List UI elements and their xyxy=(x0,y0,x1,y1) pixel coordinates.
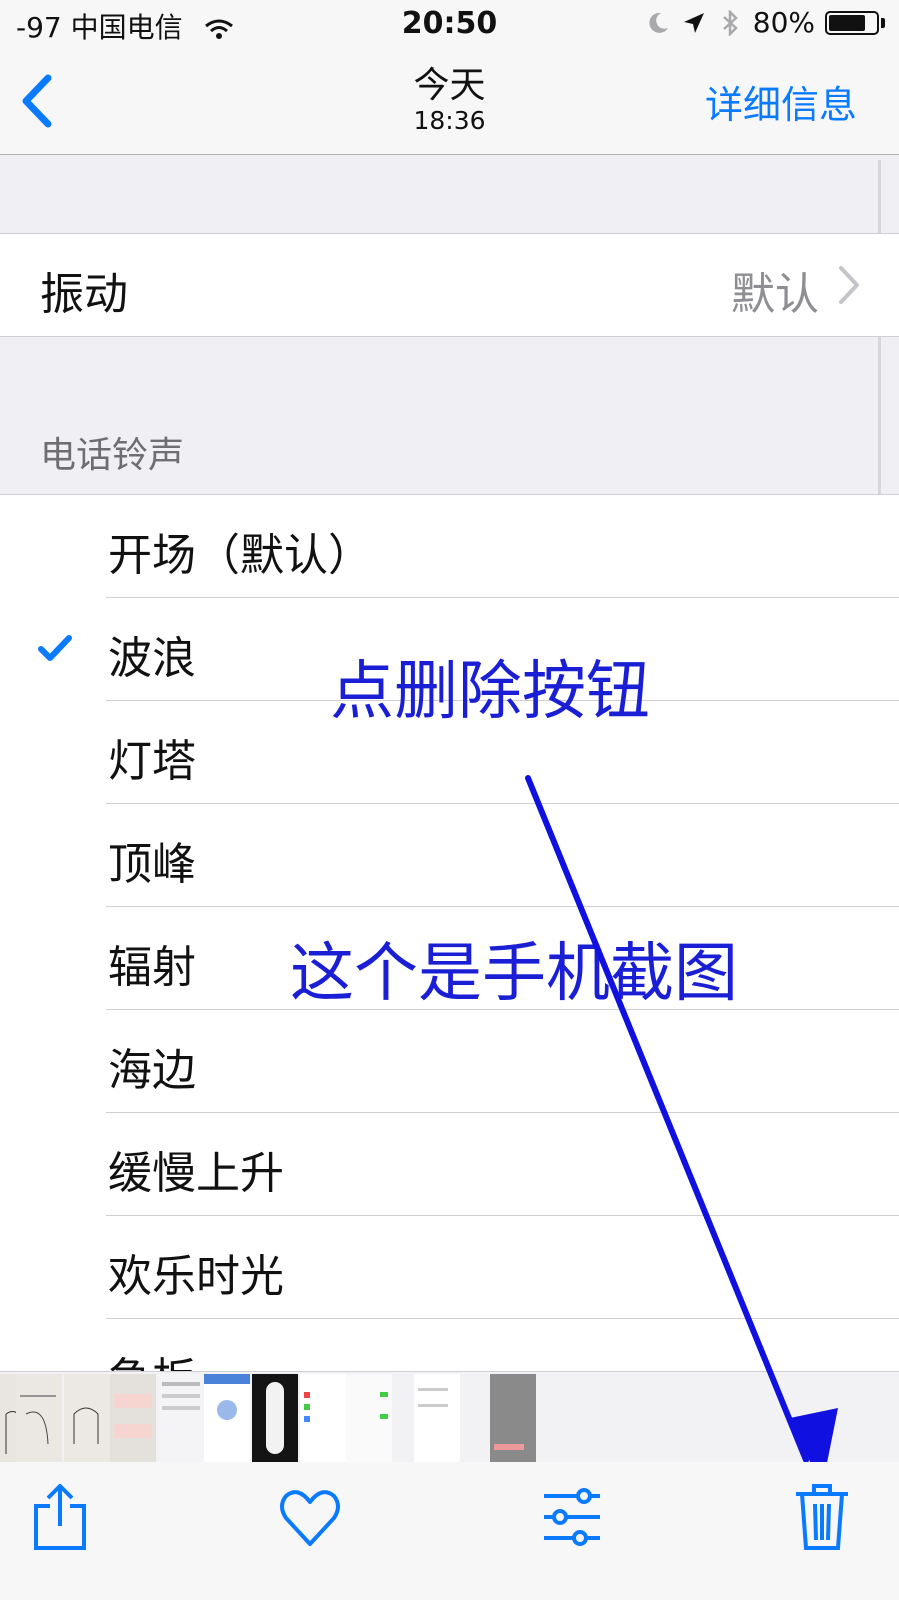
ringtone-item[interactable]: 开场（默认） xyxy=(0,495,899,598)
ringtone-name: 波浪 xyxy=(108,633,196,684)
checkmark-icon xyxy=(38,635,72,661)
nav-bar: 今天 18:36 详细信息 xyxy=(0,50,899,155)
thumbnail[interactable] xyxy=(110,1374,156,1462)
location-arrow-icon xyxy=(683,12,704,33)
ringtone-item[interactable]: 缓慢上升 xyxy=(0,1113,899,1216)
screenshot-thumbnail xyxy=(162,1382,200,1410)
battery-fill xyxy=(829,14,865,31)
bottom-toolbar xyxy=(0,1462,899,1600)
battery-percent: 80% xyxy=(752,6,815,39)
chevron-right-icon xyxy=(839,266,859,304)
heart-icon[interactable] xyxy=(278,1482,342,1552)
ringtone-name: 顶峰 xyxy=(108,839,196,890)
annotation-is-screenshot: 这个是手机截图 xyxy=(290,937,738,1011)
ringtone-item[interactable]: 欢乐时光 xyxy=(0,1216,899,1319)
ringtone-name: 海边 xyxy=(108,1045,196,1096)
thumbnail[interactable] xyxy=(64,1374,110,1462)
sliders-icon[interactable] xyxy=(540,1482,604,1552)
ringtone-name: 急板 xyxy=(108,1343,196,1372)
document-thumbnail xyxy=(114,1394,152,1438)
ringtone-item[interactable]: 急板 xyxy=(0,1319,899,1372)
vibration-value: 默认 xyxy=(731,269,819,320)
status-bar: -97 中国电信 20:50 80% xyxy=(0,0,899,50)
bluetooth-icon xyxy=(722,9,738,36)
photo-thumbnail xyxy=(266,1382,284,1454)
screenshot-thumbnail xyxy=(418,1388,448,1407)
ringtone-name: 辐射 xyxy=(108,942,196,993)
ringtone-name: 欢乐时光 xyxy=(108,1251,284,1302)
thumbnail-strip[interactable] xyxy=(0,1371,899,1463)
moon-icon xyxy=(649,12,668,33)
thumbnail[interactable] xyxy=(158,1374,204,1462)
sketch-thumbnail xyxy=(73,1407,99,1444)
screenshot-thumbnail xyxy=(380,1392,388,1419)
screenshot-thumbnail xyxy=(494,1444,524,1450)
ringtone-section-header: 电话铃声 xyxy=(40,435,185,476)
thumbnail[interactable] xyxy=(204,1374,250,1462)
vibration-row[interactable]: 振动 默认 xyxy=(0,233,899,337)
share-icon[interactable] xyxy=(28,1482,92,1552)
ringtone-item[interactable]: 顶峰 xyxy=(0,804,899,907)
annotation-tap-delete: 点删除按钮 xyxy=(330,655,650,729)
trash-icon[interactable] xyxy=(790,1482,854,1552)
screenshot-thumbnail xyxy=(204,1374,250,1420)
ringtone-name: 开场（默认） xyxy=(108,530,372,581)
battery-icon xyxy=(825,10,879,35)
thumbnail[interactable] xyxy=(300,1374,346,1462)
detail-info-button[interactable]: 详细信息 xyxy=(705,74,857,129)
thumbnail[interactable] xyxy=(346,1374,392,1462)
sketch-thumbnail xyxy=(20,1395,56,1445)
thumbnail[interactable] xyxy=(252,1374,298,1462)
thumbnail[interactable] xyxy=(490,1374,536,1462)
thumbnail[interactable] xyxy=(414,1374,460,1462)
vibration-label: 振动 xyxy=(40,269,128,320)
ringtone-name: 缓慢上升 xyxy=(108,1148,284,1199)
ringtone-name: 灯塔 xyxy=(108,736,196,787)
ringtone-item[interactable]: 海边 xyxy=(0,1010,899,1113)
thumbnail[interactable] xyxy=(16,1374,62,1462)
screenshot-thumbnail xyxy=(304,1392,310,1422)
battery-tip xyxy=(881,17,885,28)
